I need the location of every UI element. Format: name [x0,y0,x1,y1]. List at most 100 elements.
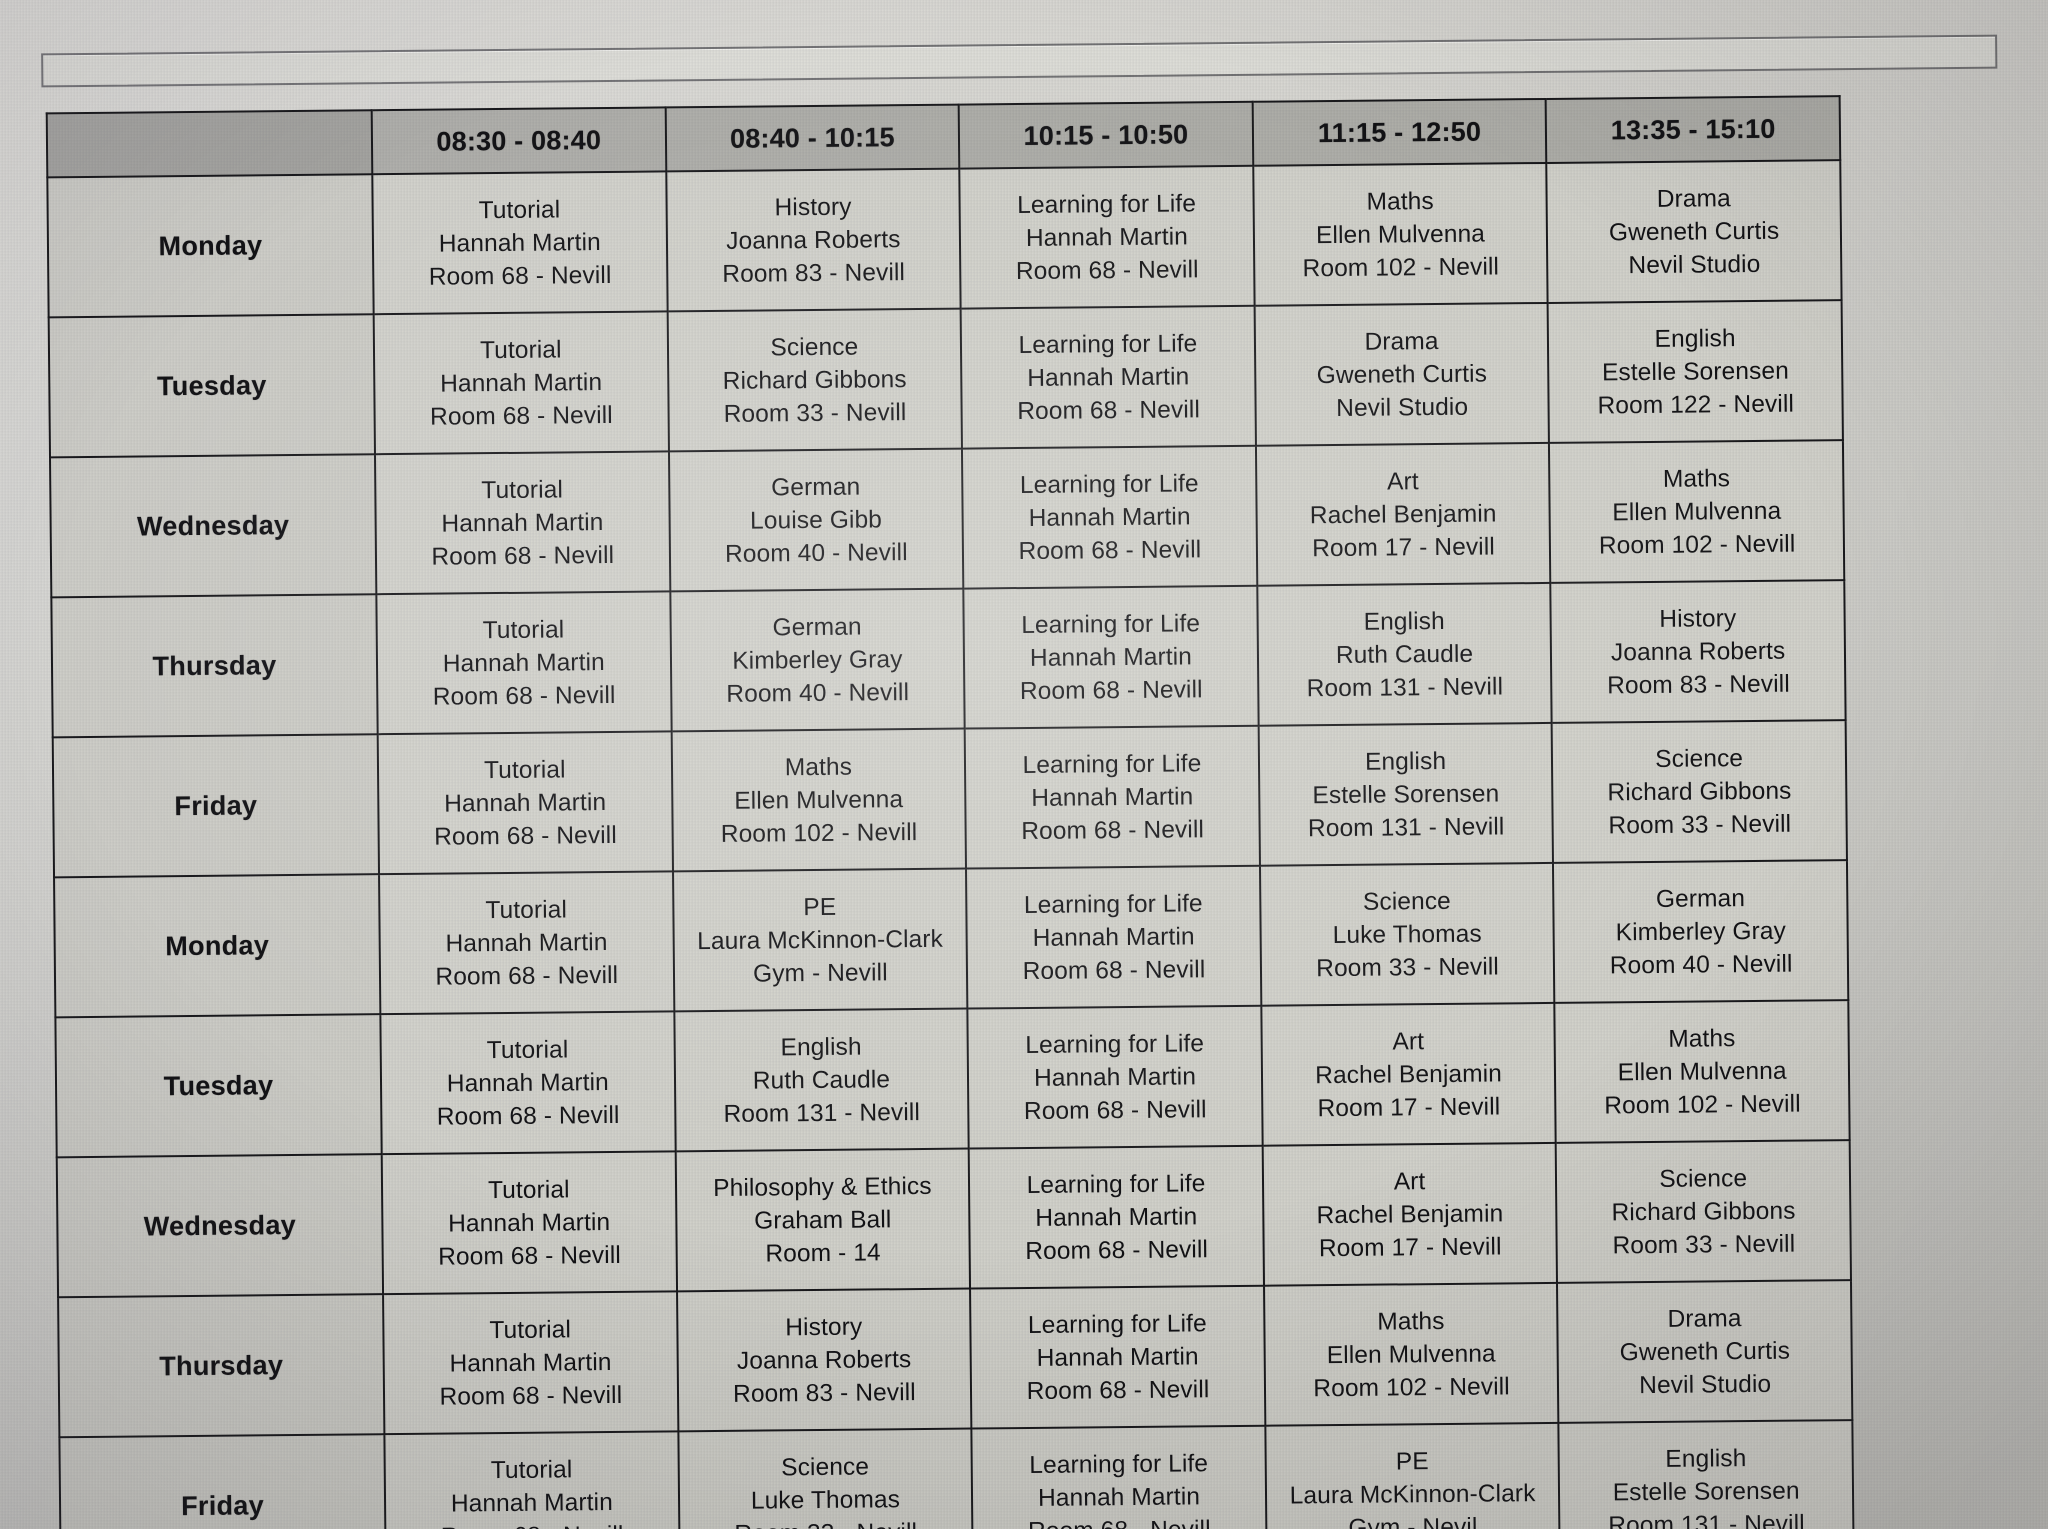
lesson-cell-r5-c2[interactable]: Learning for Life Hannah Martin Room 68 - … [966,865,1262,1009]
lesson-cell-r1-c0[interactable]: Tutorial Hannah Martin Room 68 - Nevill [373,311,669,455]
day-label-1: Tuesday [48,314,375,458]
lesson-cell-r8-c4[interactable]: Drama Gweneth Curtis Nevil Studio [1557,1280,1853,1423]
lesson-teacher: Hannah Martin [1028,502,1191,532]
day-label-5: Monday [54,874,381,1018]
lesson-cell-r5-c4[interactable]: German Kimberley Gray Room 40 - Nevill [1553,860,1849,1003]
lesson-cell-r6-c3[interactable]: Art Rachel Benjamin Room 17 - Nevill [1261,1002,1557,1146]
day-label-8: Thursday [58,1294,385,1438]
timetable-body: Monday Tutorial Hannah Martin Room 68 - Nev… [47,160,1854,1529]
lesson-cell-r2-c2[interactable]: Learning for Life Hannah Martin Room 68 - … [962,445,1258,589]
lesson-cell-r2-c3[interactable]: Art Rachel Benjamin Room 17 - Nevill [1255,442,1551,586]
lesson-cell-r2-c4[interactable]: Maths Ellen Mulvenna Room 102 - Nevill [1549,440,1845,583]
lesson-subject: Learning for Life [1027,1309,1207,1339]
lesson-cell-r8-c0[interactable]: Tutorial Hannah Martin Room 68 - Nevill [383,1291,678,1435]
lesson-cell-r7-c3[interactable]: Art Rachel Benjamin Room 17 - Nevill [1262,1142,1558,1286]
lesson-teacher: Richard Gibbons [1607,777,1792,806]
lesson-cell-r8-c3[interactable]: Maths Ellen Mulvenna Room 102 - Nevill [1263,1282,1559,1426]
lesson-teacher: Kimberley Gray [1615,917,1787,946]
lesson-cell-r7-c1[interactable]: Philosophy & Ethics Graham Ball Room - 14 [675,1148,971,1292]
lesson-cell-r0-c3[interactable]: Maths Ellen Mulvenna Room 102 - Nevill [1253,162,1548,306]
lesson-cell-r0-c4[interactable]: Drama Gweneth Curtis Nevil Studio [1546,160,1842,303]
lesson-subject: German [772,613,862,641]
lesson-cell-r7-c0[interactable]: Tutorial Hannah Martin Room 68 - Nevill [381,1151,677,1295]
lesson-cell-r9-c1[interactable]: Science Luke ThomasRoom 33 - Nevill [677,1428,973,1529]
lesson-cell-r1-c3[interactable]: Drama Gweneth Curtis Nevil Studio [1254,302,1550,446]
lesson-room: Room 122 - Nevill [1597,390,1795,419]
lesson-room: Room 102 - Nevill [720,818,918,848]
timetable: 08:30 - 08:40 08:40 - 10:15 10:15 - 10:5… [45,95,1855,1529]
lesson-cell-r4-c3[interactable]: English Estelle Sorensen Room 131 - Nevill [1258,722,1554,866]
lesson-room: Room 83 - Nevill [732,1378,916,1408]
lesson-teacher: Ellen Mulvenna [1612,497,1782,526]
lesson-room: Gym - Nevil [1348,1513,1478,1529]
lesson-teacher: Hannah Martin [445,928,608,958]
lesson-cell-r1-c1[interactable]: Science Richard Gibbons Room 33 - Nevill [667,308,963,452]
column-header-period-3: 10:15 - 10:50 [958,101,1254,169]
lesson-cell-r3-c0[interactable]: Tutorial Hannah Martin Room 68 - Nevill [376,591,672,735]
lesson-subject: History [1659,604,1737,633]
lesson-subject: Learning for Life [1017,189,1197,219]
lesson-cell-r1-c4[interactable]: English Estelle Sorensen Room 122 - Nevill [1547,300,1843,443]
lesson-subject: Maths [1377,1307,1445,1336]
lesson-room: Room 68 - Nevill [439,1381,623,1411]
lesson-cell-r9-c2[interactable]: Learning for LifeHannah MartinRoom 68 - … [971,1425,1267,1529]
table-row: Tuesday Tutorial Hannah Martin Room 68 - Ne… [55,1000,1850,1158]
lesson-teacher: Hannah Martin [1037,1482,1201,1512]
lesson-teacher: Hannah Martin [1029,642,1193,672]
toolbar-strip[interactable] [41,34,1998,88]
lesson-subject: Maths [784,753,853,781]
lesson-cell-r7-c2[interactable]: Learning for Life Hannah Martin Room 68 - … [968,1145,1264,1289]
lesson-cell-r1-c2[interactable]: Learning for Life Hannah Martin Room 68 - … [960,305,1256,449]
lesson-subject: Tutorial [487,1175,570,1204]
lesson-cell-r0-c0[interactable]: Tutorial Hannah Martin Room 68 - Nevill [372,171,668,315]
lesson-teacher: Ruth Caudle [1335,640,1474,669]
lesson-cell-r3-c2[interactable]: Learning for Life Hannah Martin Room 68 - … [963,585,1259,729]
lesson-cell-r8-c2[interactable]: Learning for Life Hannah Martin Room 68 - … [970,1285,1266,1429]
table-row: Tuesday Tutorial Hannah Martin Room 68 - Ne… [48,300,1843,458]
lesson-cell-r3-c1[interactable]: German Kimberley Gray Room 40 - Nevill [669,588,965,732]
lesson-room: Room 131 - Nevill [1307,812,1505,842]
lesson-room: Room 131 - Nevill [1306,672,1504,702]
lesson-cell-r9-c0[interactable]: Tutorial Hannah MartinRoom 68 - Nevill [384,1431,680,1529]
lesson-cell-r0-c1[interactable]: History Joanna Roberts Room 83 - Nevill [665,168,961,312]
lesson-cell-r5-c1[interactable]: PE Laura McKinnon-Clark Gym - Nevill [672,868,968,1012]
lesson-cell-r3-c3[interactable]: English Ruth Caudle Room 131 - Nevill [1257,582,1553,726]
lesson-room: Nevil Studio [1639,1370,1772,1399]
lesson-cell-r0-c2[interactable]: Learning for Life Hannah Martin Room 68 - … [959,165,1255,309]
lesson-subject: Science [781,1453,870,1481]
lesson-cell-r6-c1[interactable]: English Ruth Caudle Room 131 - Nevill [673,1008,969,1152]
lesson-cell-r6-c0[interactable]: Tutorial Hannah Martin Room 68 - Nevill [380,1011,676,1155]
lesson-cell-r4-c1[interactable]: Maths Ellen Mulvenna Room 102 - Nevill [671,728,967,872]
lesson-room: Room 68 - Nevill [1018,535,1202,565]
lesson-subject: Learning for Life [1022,749,1202,779]
table-row: Wednesday Tutorial Hannah Martin Room 68 - … [56,1140,1851,1298]
lesson-cell-r7-c4[interactable]: Science Richard Gibbons Room 33 - Nevill [1556,1140,1851,1283]
lesson-teacher: Gweneth Curtis [1316,360,1488,389]
lesson-subject: German [771,473,861,501]
lesson-subject: Learning for Life [1023,889,1203,919]
lesson-subject: Tutorial [486,1035,569,1064]
lesson-cell-r6-c4[interactable]: Maths Ellen Mulvenna Room 102 - Nevill [1554,1000,1850,1143]
lesson-cell-r4-c2[interactable]: Learning for Life Hannah Martin Room 68 - … [964,725,1260,869]
lesson-cell-r9-c4[interactable]: English Estelle Sorensen Room 131 - Nevill [1558,1420,1854,1529]
lesson-cell-r6-c2[interactable]: Learning for Life Hannah Martin Room 68 - … [967,1005,1263,1149]
lesson-cell-r5-c3[interactable]: Science Luke Thomas Room 33 - Nevill [1259,862,1555,1006]
lesson-room: Room 68 - Nevill [429,401,613,431]
lesson-teacher: Rachel Benjamin [1316,1199,1504,1229]
lesson-room: Room 40 - Nevill [724,538,908,568]
lesson-cell-r3-c4[interactable]: History Joanna Roberts Room 83 - Nevill [1550,580,1846,723]
lesson-subject: Tutorial [482,615,565,644]
lesson-cell-r2-c1[interactable]: German Louise Gibb Room 40 - Nevill [668,448,964,592]
lesson-room: Room 68 - Nevill [438,1241,621,1271]
lesson-subject: History [774,193,852,221]
lesson-room: Room 33 - Nevill [1316,952,1500,982]
lesson-cell-r5-c0[interactable]: Tutorial Hannah Martin Room 68 - Nevill [379,871,674,1015]
lesson-cell-r4-c4[interactable]: Science Richard Gibbons Room 33 - Nevill [1552,720,1847,863]
lesson-cell-r9-c3[interactable]: PE Laura McKinnon-Clark Gym - Nevil [1265,1422,1561,1529]
lesson-cell-r2-c0[interactable]: Tutorial Hannah Martin Room 68 - Nevill [374,451,670,595]
lesson-cell-r8-c1[interactable]: History Joanna Roberts Room 83 - Nevill [676,1288,972,1432]
lesson-subject: English [1654,324,1736,353]
lesson-teacher: Rachel Benjamin [1309,499,1497,529]
lesson-cell-r4-c0[interactable]: Tutorial Hannah Martin Room 68 - Nevill [377,731,673,875]
lesson-room: Room 68 - Nevill [1019,675,1203,705]
